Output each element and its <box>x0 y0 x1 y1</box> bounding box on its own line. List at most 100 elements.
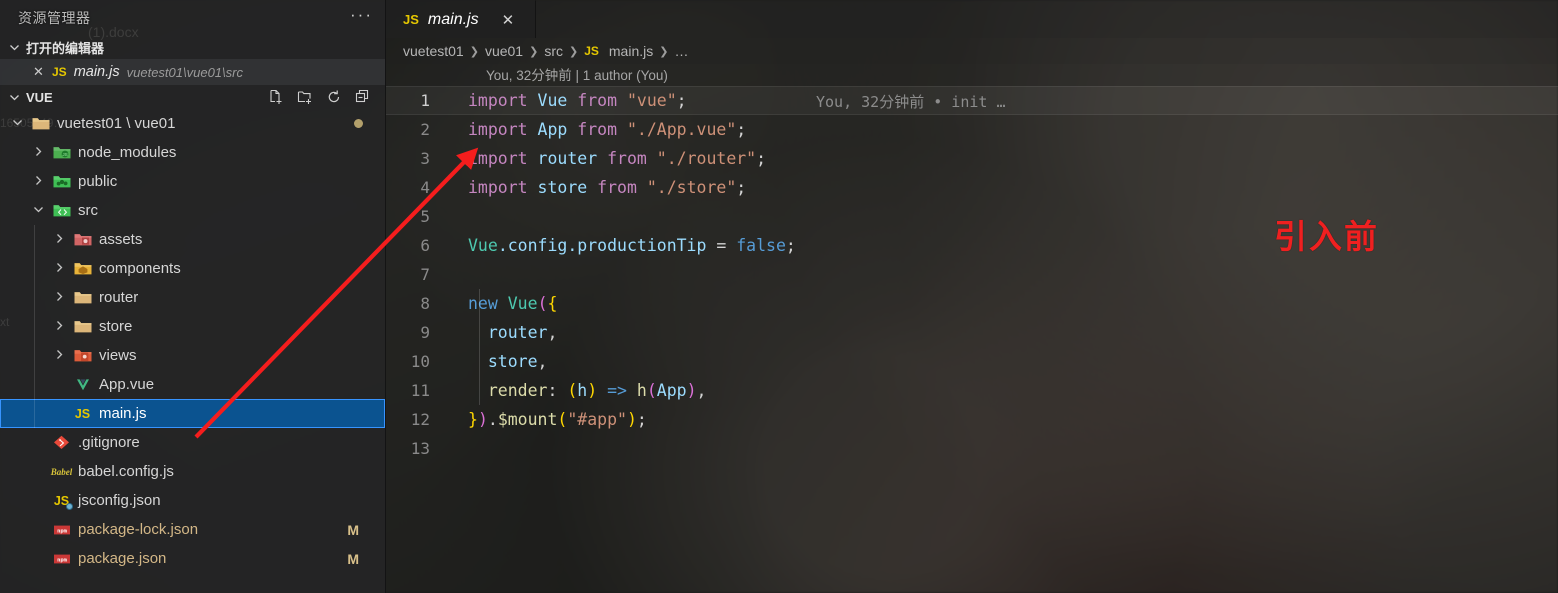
close-icon[interactable]: ✕ <box>32 64 45 80</box>
code-line[interactable]: 1 import Vue from "vue"; You, 32分钟前 • init… <box>386 86 1558 115</box>
file-icon-wrap: npm <box>52 553 71 565</box>
code-line[interactable]: 10 store, <box>386 347 1558 376</box>
indent-guide <box>34 225 35 254</box>
code-token: "./App.vue" <box>626 120 737 139</box>
file-icon-wrap: JS <box>73 407 92 421</box>
code-line[interactable]: 2 import App from "./App.vue"; <box>386 115 1558 144</box>
code-token: from <box>577 120 618 139</box>
chevron-right-icon[interactable] <box>54 318 65 335</box>
line-number: 12 <box>410 410 430 429</box>
code-token: ; <box>756 149 767 168</box>
code-line[interactable]: 9 router, <box>386 318 1558 347</box>
refresh-icon[interactable] <box>326 89 342 105</box>
tree-twisty[interactable] <box>10 115 24 132</box>
new-folder-icon[interactable] <box>297 89 313 105</box>
chevron-right-icon[interactable] <box>54 289 65 306</box>
tree-item-app-vue[interactable]: App.vue <box>0 370 385 399</box>
breadcrumb-segment[interactable]: main.js <box>609 43 653 59</box>
code-line[interactable]: 3 import router from "./router"; <box>386 144 1558 173</box>
git-blame-header: You, 32分钟前 | 1 author (You) <box>386 64 1558 86</box>
section-explorer-vue[interactable]: VUE <box>0 85 385 109</box>
breadcrumb-segment[interactable]: src <box>544 43 563 59</box>
code-token: Vue <box>537 91 568 110</box>
code-token: import <box>468 91 528 110</box>
code-line[interactable]: 4 import store from "./store"; <box>386 173 1558 202</box>
code-token: "vue" <box>626 91 677 110</box>
line-number: 13 <box>410 439 430 458</box>
tree-item-label: package-lock.json <box>78 521 199 538</box>
chevron-right-icon[interactable] <box>54 231 65 248</box>
code-line[interactable]: 6 Vue.config.productionTip = false; <box>386 231 1558 260</box>
open-editor-item-mainjs[interactable]: ✕ JS main.js vuetest01\vue01\src <box>0 59 385 85</box>
breadcrumb-segment[interactable]: vuetest01 <box>403 43 464 59</box>
breadcrumb-segment[interactable]: vue01 <box>485 43 523 59</box>
code-line-text: import App from "./App.vue"; <box>448 120 746 139</box>
js-file-icon: JS <box>74 406 91 421</box>
breadcrumb-segment[interactable]: … <box>674 43 688 59</box>
tree-twisty[interactable] <box>52 318 66 335</box>
tree-twisty[interactable] <box>52 289 66 306</box>
code-editor-content[interactable]: 1 import Vue from "vue"; You, 32分钟前 • init… <box>386 86 1558 463</box>
tree-item-assets[interactable]: assets <box>0 225 385 254</box>
tree-item-router[interactable]: router <box>0 283 385 312</box>
tree-item-src[interactable]: src <box>0 196 385 225</box>
tree-item-babel-config-js[interactable]: Babel babel.config.js <box>0 457 385 486</box>
code-token: = <box>706 236 737 255</box>
collapse-all-icon[interactable] <box>355 89 371 105</box>
open-editor-file-name: main.js <box>73 64 120 80</box>
chevron-right-icon[interactable] <box>54 260 65 277</box>
chevron-down-icon[interactable] <box>33 202 44 219</box>
tree-twisty[interactable] <box>31 173 45 190</box>
chevron-right-icon[interactable] <box>33 144 44 161</box>
tree-item-main-js[interactable]: JS main.js <box>0 399 385 428</box>
code-token: new <box>468 294 498 313</box>
code-line[interactable]: 13 <box>386 434 1558 463</box>
babel-icon: Babel <box>50 466 73 477</box>
tree-item-package-json[interactable]: npm package.json M <box>0 544 385 573</box>
code-line[interactable]: 7 <box>386 260 1558 289</box>
indent-guide <box>479 289 480 318</box>
tree-item-node_modules[interactable]: JS node_modules <box>0 138 385 167</box>
folder-icon <box>74 319 92 334</box>
chevron-right-icon[interactable] <box>33 173 44 190</box>
tree-item-store[interactable]: store <box>0 312 385 341</box>
tree-twisty[interactable] <box>52 231 66 248</box>
tree-twisty[interactable] <box>31 144 45 161</box>
sidebar-title-bar: 资源管理器 ··· <box>0 0 385 35</box>
tree-item-package-lock-json[interactable]: npm package-lock.json M <box>0 515 385 544</box>
tree-item-public[interactable]: public <box>0 167 385 196</box>
code-line[interactable]: 8 new Vue({ <box>386 289 1558 318</box>
tab-label: main.js <box>427 10 479 28</box>
code-line[interactable]: 12}).$mount("#app"); <box>386 405 1558 434</box>
line-number: 4 <box>420 178 430 197</box>
code-token: import <box>468 149 528 168</box>
close-icon[interactable]: ✕ <box>502 11 515 29</box>
file-icon-wrap <box>73 232 92 247</box>
code-token: router <box>487 323 548 342</box>
chevron-down-icon[interactable] <box>12 115 23 132</box>
tree-item-jsconfig-json[interactable]: JS jsconfig.json <box>0 486 385 515</box>
sidebar-more-actions-icon[interactable]: ··· <box>350 6 373 26</box>
inline-git-blame[interactable]: You, 32分钟前 • init … <box>816 87 1006 116</box>
tree-item-label: components <box>99 260 181 277</box>
new-file-icon[interactable] <box>268 89 284 105</box>
indent-guide <box>34 341 35 370</box>
tree-twisty[interactable] <box>31 202 45 219</box>
tree-item-components[interactable]: components <box>0 254 385 283</box>
chevron-right-icon[interactable] <box>54 347 65 364</box>
tree-twisty[interactable] <box>52 347 66 364</box>
folder-open-icon <box>32 116 50 131</box>
tab-mainjs[interactable]: JS main.js ✕ <box>386 0 536 38</box>
code-token: store <box>537 178 588 197</box>
tree-twisty[interactable] <box>52 260 66 277</box>
tree-item--gitignore[interactable]: .gitignore <box>0 428 385 457</box>
file-icon-wrap <box>52 203 71 218</box>
code-line[interactable]: 11 render: (h) => h(App), <box>386 376 1558 405</box>
code-line[interactable]: 5 <box>386 202 1558 231</box>
tree-item-vuetest01-vue01[interactable]: vuetest01 \ vue01 <box>0 109 385 138</box>
section-open-editors[interactable]: 打开的编辑器 <box>0 35 385 59</box>
tree-item-views[interactable]: views <box>0 341 385 370</box>
